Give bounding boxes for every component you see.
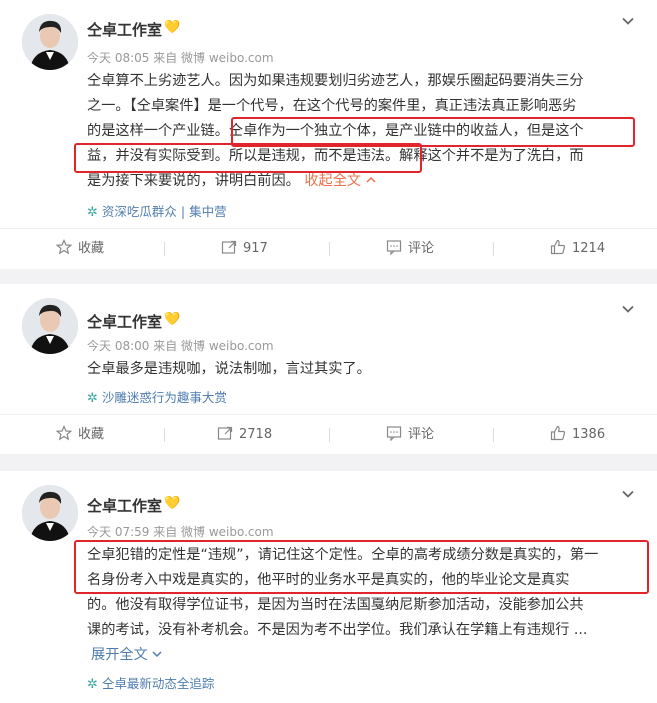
avatar[interactable] — [22, 485, 78, 541]
weibo-post-1: 仝卓工作室 💛 今天 08:05 来自 微博 weibo.com 仝卓算不上劣迹… — [0, 0, 657, 269]
repost-button[interactable]: 2718 — [217, 415, 272, 455]
star-icon — [55, 424, 73, 441]
chevron-down-icon[interactable] — [621, 14, 635, 28]
post-meta: 今天 08:05 来自 微博 weibo.com — [87, 51, 274, 65]
vip-badge-icon: 💛 — [164, 496, 181, 511]
topic-tag[interactable]: ✲ 仝卓最新动态全追踪 — [87, 673, 214, 692]
repost-icon — [221, 240, 237, 254]
text-line: 之一。【仝卓案件】是一个代号，在这个代号的案件里，真正违法真正影响恶劣 — [87, 98, 577, 114]
text-line: 仝卓最多是违规咖，说法制咖，言过其实了。 — [87, 361, 371, 377]
vip-badge-icon: 💛 — [164, 312, 181, 327]
text-line-last: 是为接下来要说的，讲明白前因。 — [87, 173, 300, 189]
topic-icon: ✲ — [87, 677, 98, 692]
text-line: 仝卓犯错的定性是“违规”，请记住这个定性。仝卓的高考成绩分数是真实的，第一 — [87, 547, 599, 563]
like-button[interactable]: 1214 — [550, 229, 605, 269]
author-name[interactable]: 仝卓工作室 — [87, 311, 162, 332]
thumbs-up-icon — [550, 425, 566, 440]
repost-button[interactable]: 917 — [221, 229, 268, 269]
topic-icon: ✲ — [87, 391, 98, 406]
chevron-down-icon[interactable] — [621, 302, 635, 316]
text-line: 益，并没有实际受到。所以是违规，而不是违法。解释这个并不是为了洗白，而 — [87, 148, 584, 164]
comment-button[interactable]: 评论 — [386, 229, 434, 269]
action-bar: 收藏 917 评论 1214 — [0, 228, 657, 269]
text-line: 仝卓算不上劣迹艺人。因为如果违规要划归劣迹艺人，那娱乐圈起码要消失三分 — [87, 73, 584, 89]
avatar[interactable] — [22, 298, 78, 354]
repost-icon — [217, 426, 233, 440]
post-text: 仝卓最多是违规咖，说法制咖，言过其实了。 — [87, 357, 635, 382]
topic-tag[interactable]: ✲ 资深吃瓜群众 | 集中营 — [87, 201, 227, 220]
action-bar: 收藏 2718 评论 1386 — [0, 414, 657, 455]
topic-icon: ✲ — [87, 205, 98, 220]
weibo-post-2: 仝卓工作室 💛 今天 08:00 来自 微博 weibo.com 仝卓最多是违规… — [0, 284, 657, 454]
post-meta: 今天 07:59 来自 微博 weibo.com — [87, 525, 274, 539]
avatar[interactable] — [22, 14, 78, 70]
chevron-down-icon[interactable] — [621, 487, 635, 501]
text-line: 的。他没有取得学位证书，是因为当时在法国戛纳尼斯参加活动，没能参加公共 — [87, 597, 584, 613]
topic-tag[interactable]: ✲ 沙雕迷惑行为趣事大赏 — [87, 387, 227, 406]
post-text: 仝卓犯错的定性是“违规”，请记住这个定性。仝卓的高考成绩分数是真实的，第一 名身… — [87, 543, 635, 643]
expand-link[interactable]: 展开全文 — [91, 647, 162, 663]
text-line: 是为接下来要说的，讲明白前因。 收起全文 — [87, 169, 635, 194]
thumbs-up-icon — [550, 239, 566, 254]
expand-row: 展开全文 — [91, 643, 639, 668]
author-name[interactable]: 仝卓工作室 — [87, 19, 162, 40]
post-text: 仝卓算不上劣迹艺人。因为如果违规要划归劣迹艺人，那娱乐圈起码要消失三分 之一。【… — [87, 69, 635, 194]
author-name[interactable]: 仝卓工作室 — [87, 495, 162, 516]
post-meta: 今天 08:00 来自 微博 weibo.com — [87, 339, 274, 353]
collapse-link[interactable]: 收起全文 — [304, 173, 376, 189]
favorite-button[interactable]: 收藏 — [55, 229, 104, 269]
comment-button[interactable]: 评论 — [386, 415, 434, 455]
text-line: 的是这样一个产业链。仝卓作为一个独立个体，是产业链中的收益人，但是这个 — [87, 123, 584, 139]
like-button[interactable]: 1386 — [550, 415, 605, 455]
text-line: 课的考试，没有补考机会。不是因为考不出学位。我们承认在学籍上有违规行 ... — [87, 622, 588, 638]
favorite-button[interactable]: 收藏 — [55, 415, 104, 455]
star-icon — [55, 238, 73, 255]
chevron-down-icon — [152, 651, 162, 658]
weibo-post-3: 仝卓工作室 💛 今天 07:59 来自 微博 weibo.com 仝卓犯错的定性… — [0, 471, 657, 703]
comment-icon — [386, 425, 402, 441]
chevron-up-icon — [366, 176, 376, 183]
vip-badge-icon: 💛 — [164, 20, 181, 35]
comment-icon — [386, 239, 402, 255]
text-line: 名身份考入中戏是真实的，他平时的业务水平是真实的，他的毕业论文是真实 — [87, 572, 570, 588]
